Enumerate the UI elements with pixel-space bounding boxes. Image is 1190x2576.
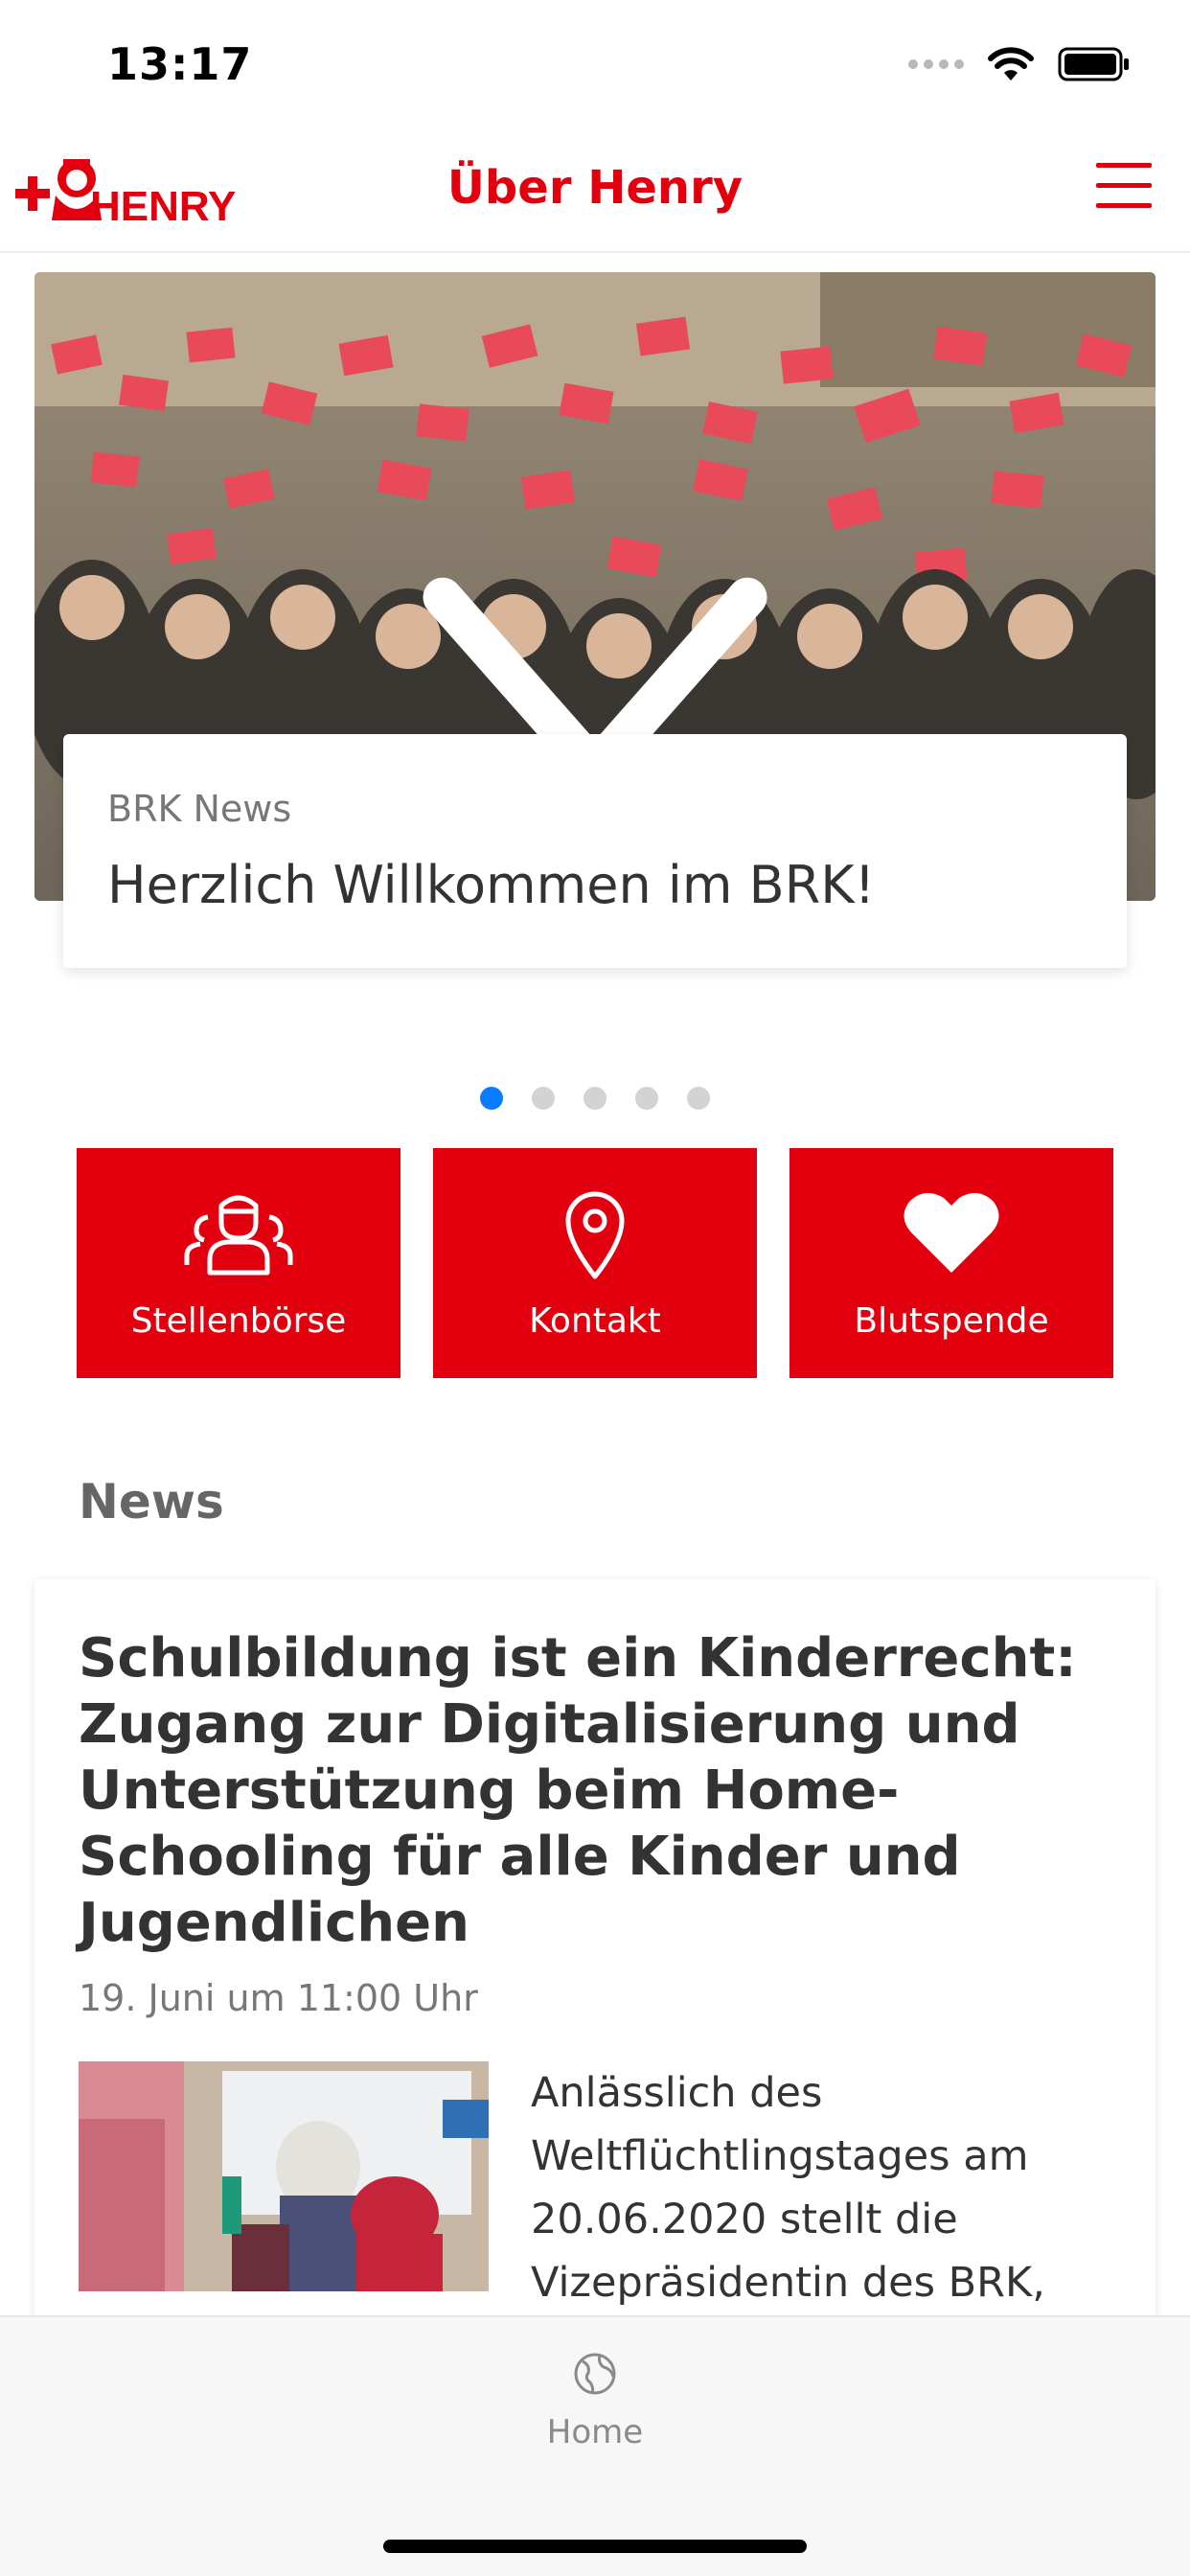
page-dot[interactable] [687, 1087, 710, 1110]
battery-icon [1058, 47, 1129, 81]
page-title: Über Henry [446, 161, 744, 215]
team-icon [184, 1195, 293, 1276]
tab-home[interactable]: Home [499, 2350, 691, 2451]
tab-home-label: Home [546, 2413, 644, 2451]
page-dot[interactable] [584, 1087, 606, 1110]
wifi-icon [988, 47, 1034, 80]
cellular-signal-icon [908, 59, 964, 69]
tile-blutspende[interactable]: Blutspende [790, 1148, 1113, 1378]
tile-label: Blutspende [854, 1301, 1049, 1341]
news-date: 19. Juni um 11:00 Uhr [79, 1977, 478, 2019]
page-dot-active[interactable] [480, 1087, 503, 1110]
navigation-bar: HENRY Über Henry [0, 126, 1190, 253]
carousel-page-indicator[interactable] [0, 1087, 1190, 1110]
location-pin-icon [565, 1191, 625, 1279]
menu-icon-line [1096, 203, 1152, 208]
tile-stellenboerse[interactable]: Stellenbörse [77, 1148, 400, 1378]
menu-icon-line [1096, 183, 1152, 188]
status-bar: 13:17 [0, 0, 1190, 126]
tile-label: Stellenbörse [130, 1301, 347, 1341]
status-indicators [908, 46, 1131, 82]
page-dot[interactable] [532, 1087, 555, 1110]
news-thumbnail [79, 2061, 489, 2291]
page-dot[interactable] [635, 1087, 658, 1110]
hero-category: BRK News [107, 788, 292, 830]
quick-actions: Stellenbörse Kontakt Blutspende [77, 1148, 1113, 1378]
tile-kontakt[interactable]: Kontakt [433, 1148, 757, 1378]
home-indicator[interactable] [383, 2540, 807, 2553]
hero-title: Herzlich Willkommen im BRK! [107, 855, 876, 915]
heart-icon [904, 1192, 999, 1273]
news-title: Schulbildung ist ein Kinderrecht: Zugang… [79, 1627, 1077, 1954]
status-time: 13:17 [107, 38, 253, 90]
menu-icon-line [1096, 163, 1152, 168]
menu-button[interactable] [1096, 163, 1152, 209]
tab-bar: Home [0, 2315, 1190, 2576]
globe-icon [574, 2353, 616, 2395]
hero-news-card[interactable]: BRK News Herzlich Willkommen im BRK! [63, 734, 1127, 968]
tile-label: Kontakt [529, 1301, 661, 1341]
news-section-title: News [79, 1474, 224, 1530]
news-card[interactable]: Schulbildung ist ein Kinderrecht: Zugang… [34, 1579, 1156, 2404]
